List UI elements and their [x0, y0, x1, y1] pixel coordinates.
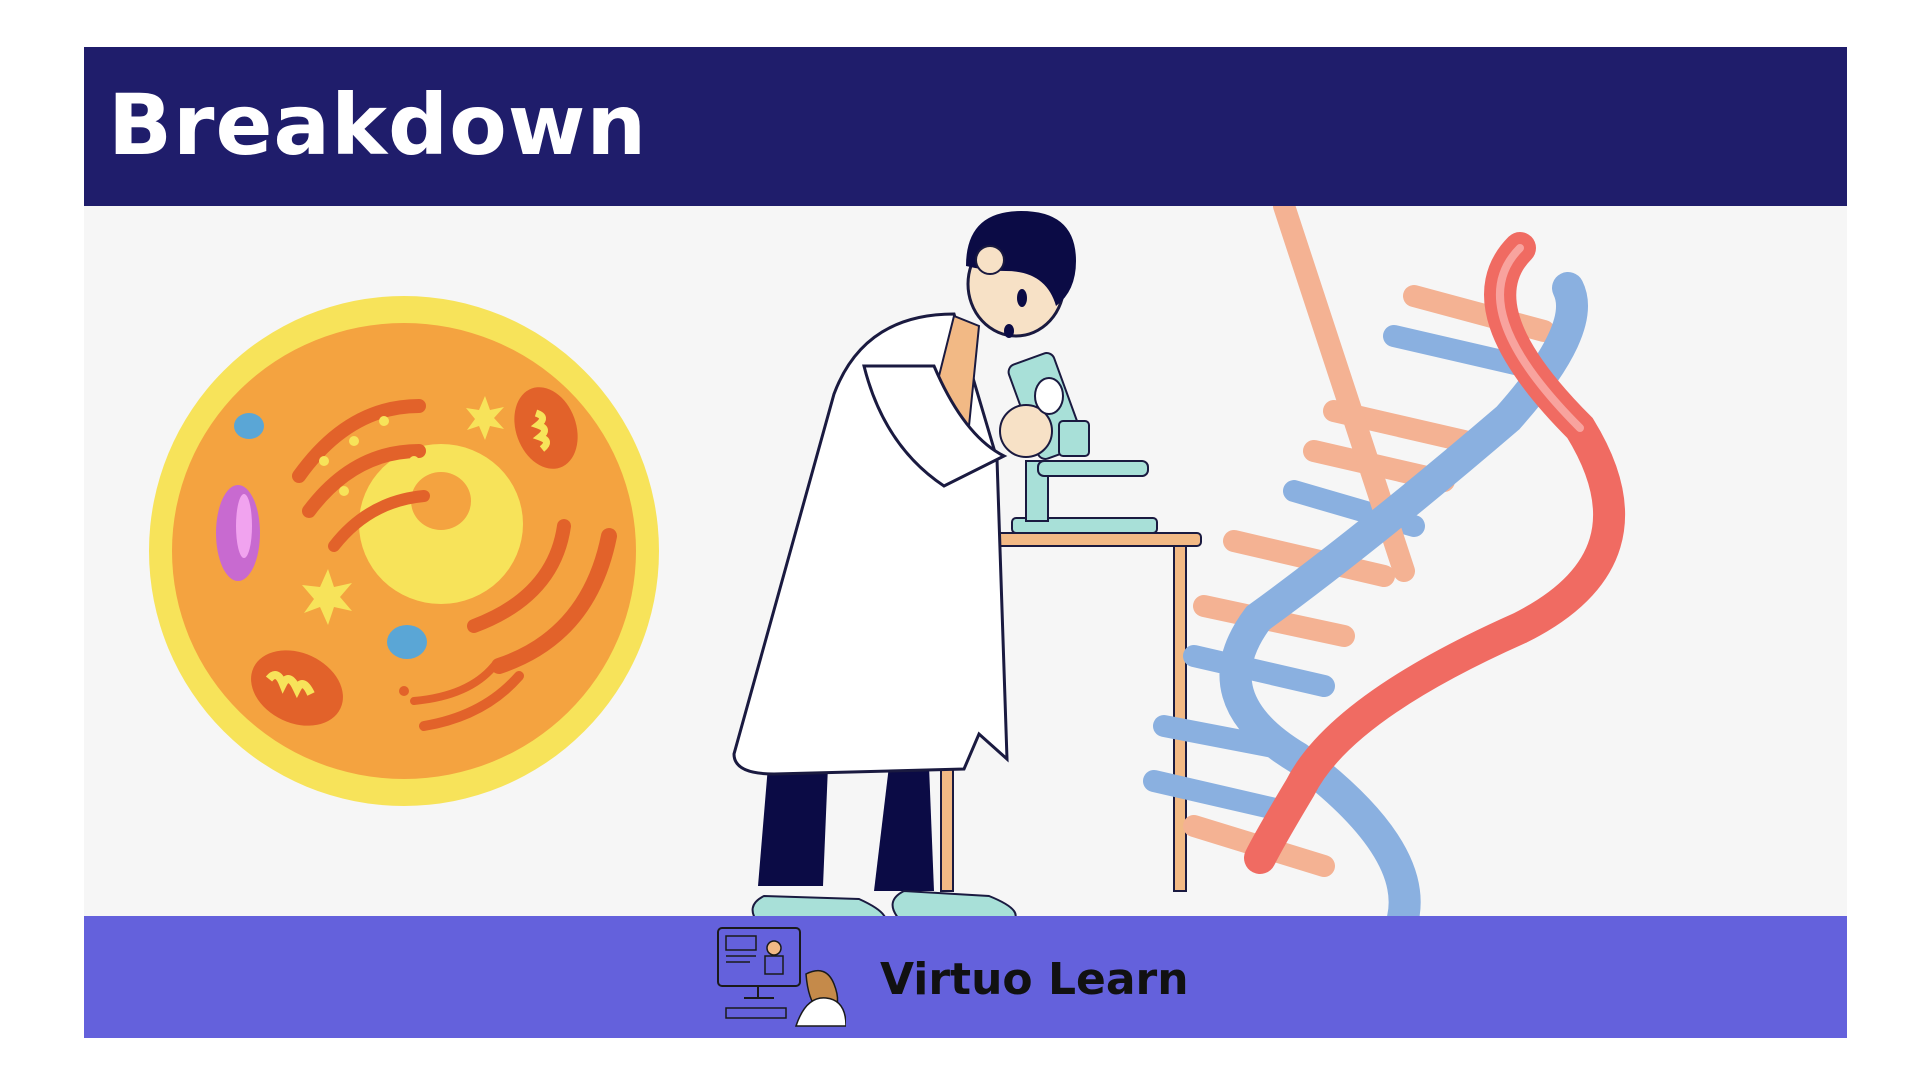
dna-double-helix-illustration: [1143, 206, 1626, 916]
title-bar: Breakdown: [84, 47, 1847, 206]
online-learning-icon: [717, 927, 846, 1027]
illustration-area: [84, 206, 1847, 916]
slide-title: Breakdown: [108, 76, 648, 174]
cell-illustration: [149, 296, 659, 806]
brand-name: Virtuo Learn: [880, 954, 1189, 1005]
scientist-with-microscope-illustration: [732, 211, 1202, 916]
